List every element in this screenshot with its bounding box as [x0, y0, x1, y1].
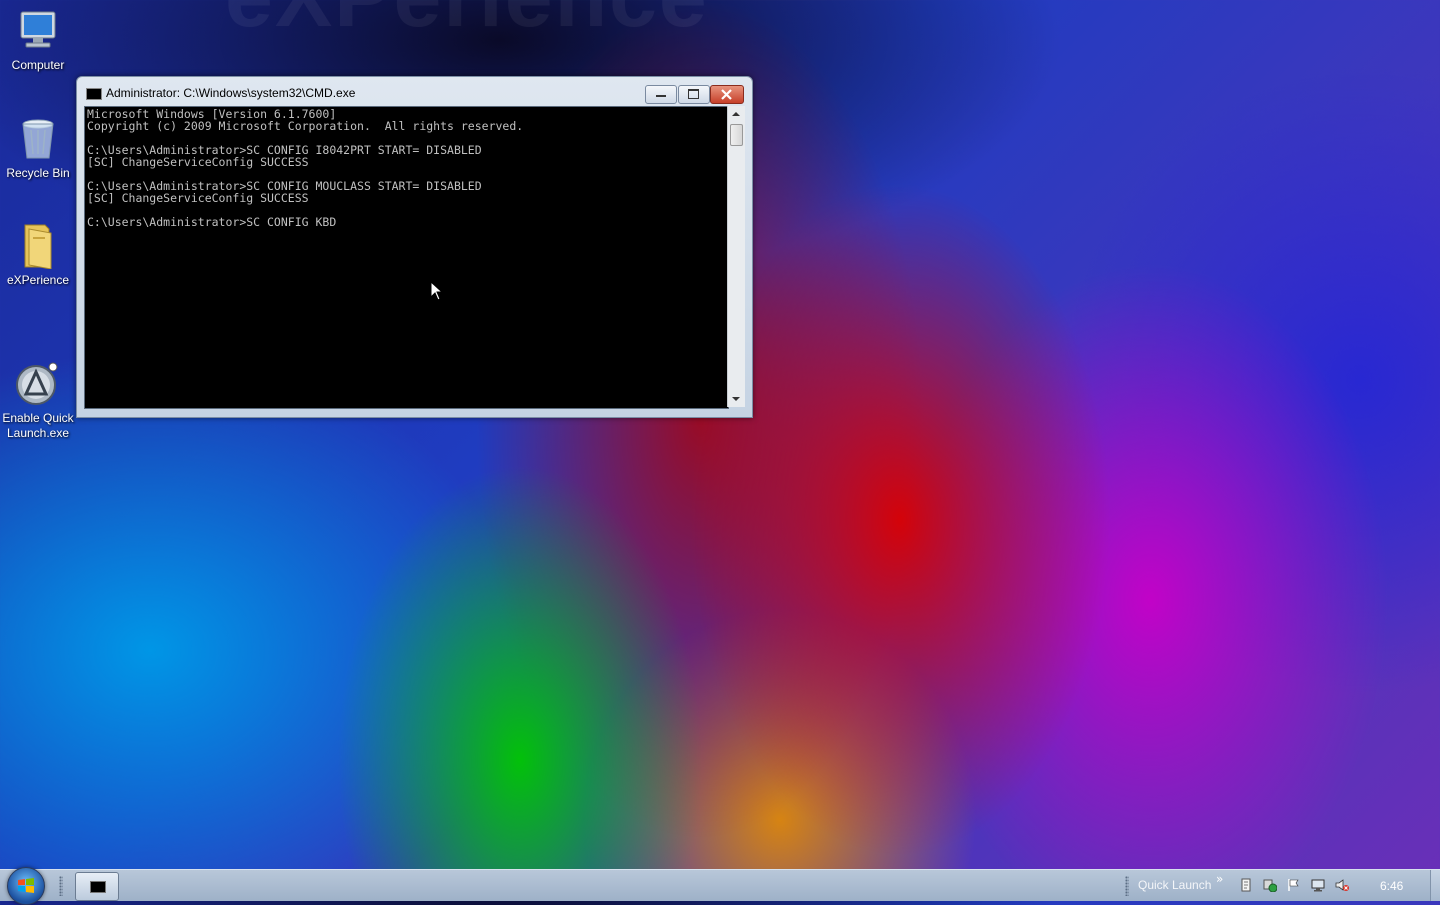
- network-tray-icon[interactable]: [1311, 878, 1325, 892]
- recycle-bin-icon: [15, 116, 61, 162]
- scroll-down-arrow-icon[interactable]: [732, 397, 740, 401]
- scroll-thumb[interactable]: [730, 124, 743, 146]
- console-text: Microsoft Windows [Version 6.1.7600] Cop…: [87, 107, 524, 229]
- security-shield-tray-icon[interactable]: [1263, 878, 1277, 892]
- taskbar-clock[interactable]: 6:46: [1380, 879, 1403, 893]
- desktop-icon-experience-folder[interactable]: eXPerience: [0, 223, 76, 288]
- scroll-up-arrow-icon[interactable]: [732, 112, 740, 116]
- start-button[interactable]: [7, 867, 45, 905]
- taskbar: Quick Launch » 6:46: [0, 867, 1440, 905]
- desktop-icon-label: Recycle Bin: [6, 166, 70, 180]
- desktop-icon-label: Computer: [11, 58, 65, 72]
- close-icon: [721, 89, 732, 100]
- window-titlebar[interactable]: Administrator: C:\Windows\system32\CMD.e…: [77, 77, 752, 107]
- close-button[interactable]: [710, 85, 744, 104]
- desktop-icon-recycle-bin[interactable]: Recycle Bin: [0, 116, 76, 181]
- wallpaper-watermark: eXPerience: [225, 0, 709, 47]
- window-title: Administrator: C:\Windows\system32\CMD.e…: [106, 86, 356, 100]
- quick-launch-chevron-icon[interactable]: »: [1216, 872, 1223, 886]
- taskbar-button-cmd[interactable]: [75, 872, 119, 901]
- desktop-icon-computer[interactable]: Computer: [0, 8, 76, 73]
- taskbar-grip[interactable]: [59, 876, 63, 896]
- quick-launch-label[interactable]: Quick Launch: [1138, 878, 1211, 892]
- document-tray-icon[interactable]: [1239, 878, 1253, 892]
- volume-muted-icon[interactable]: [1335, 878, 1349, 892]
- app-icon: [15, 346, 61, 405]
- mouse-cursor-icon: [430, 281, 444, 301]
- console-output-area[interactable]: Microsoft Windows [Version 6.1.7600] Cop…: [84, 106, 729, 409]
- windows-logo-icon: [18, 878, 34, 893]
- minimize-button[interactable]: [645, 85, 677, 104]
- minimize-icon: [656, 95, 666, 97]
- cmd-window[interactable]: Administrator: C:\Windows\system32\CMD.e…: [76, 76, 753, 418]
- vertical-scrollbar[interactable]: [727, 106, 745, 407]
- desktop-icon-enable-quick-launch[interactable]: Enable Quick Launch.exe: [0, 331, 76, 441]
- desktop-icon-label: eXPerience: [6, 273, 70, 287]
- computer-icon: [15, 8, 61, 54]
- maximize-icon: [688, 89, 699, 99]
- action-center-flag-icon[interactable]: [1287, 878, 1301, 892]
- cmd-icon: [90, 881, 106, 893]
- maximize-button[interactable]: [678, 85, 710, 104]
- cmd-icon: [86, 88, 102, 100]
- folder-icon: [15, 223, 61, 270]
- quick-launch-grip[interactable]: [1125, 876, 1129, 896]
- show-desktop-button[interactable]: [1430, 870, 1440, 901]
- desktop-icon-label: Enable Quick Launch.exe: [2, 411, 74, 440]
